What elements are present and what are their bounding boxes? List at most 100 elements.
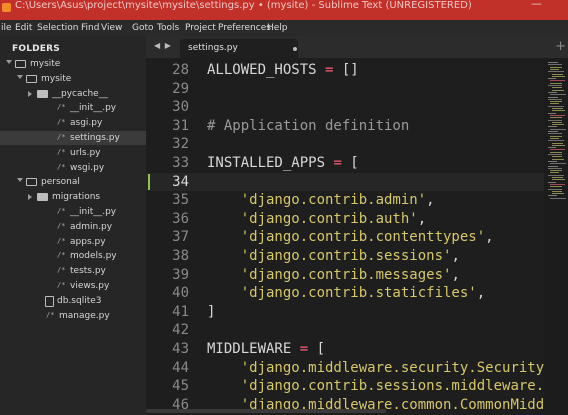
minimap-line [548, 112, 556, 114]
sidebar-item-db-sqlite3[interactable]: db.sqlite3 [0, 294, 146, 308]
chevron-down-icon[interactable] [6, 60, 12, 64]
sidebar-item-label: settings.py [70, 133, 120, 143]
horizontal-scrollbar[interactable] [146, 409, 386, 413]
code-line[interactable]: 'django.contrib.sessions', [207, 247, 460, 266]
code-line[interactable]: ] [207, 303, 215, 322]
minimap-line [548, 167, 562, 169]
minimap-line [548, 62, 558, 63]
line-number: 38 [172, 248, 189, 264]
sidebar-item-pycache[interactable]: __pycache__ [0, 87, 146, 101]
minimap-line [548, 64, 562, 66]
sidebar-item-wsgi-py[interactable]: /* wsgi.py [0, 161, 146, 175]
window-title: C:\Users\Asus\project\mysite\mysite\sett… [15, 0, 472, 11]
sidebar-item-views-py[interactable]: /* views.py [0, 279, 146, 293]
sidebar-item-migrations[interactable]: migrations [0, 190, 146, 204]
tab-nav-arrows[interactable]: ◀ ▶ [154, 41, 172, 50]
minimap-line [548, 98, 562, 100]
chevron-down-icon[interactable] [17, 178, 23, 183]
minimap-line [552, 89, 564, 91]
code-line[interactable]: 'django.contrib.staticfiles', [207, 284, 485, 303]
sidebar-item-apps-py[interactable]: /* apps.py [0, 235, 146, 249]
minimap-line [548, 147, 556, 149]
line-number: 31 [172, 117, 189, 134]
sidebar-item-label: migrations [52, 192, 101, 203]
file-icon: /* [57, 281, 66, 289]
minimap-line [550, 80, 565, 82]
minimap-line [550, 170, 562, 172]
menu-item-selection[interactable]: Selection [37, 22, 78, 34]
code-token-str: 'django.contrib.staticfiles' [240, 285, 477, 302]
line-number: 36 [172, 210, 189, 227]
code-token-plain: ] [207, 303, 216, 320]
sidebar-item-label: tests.py [70, 266, 106, 277]
sidebar-item-settings-py[interactable]: /* settings.py [0, 131, 146, 145]
chevron-down-icon[interactable] [17, 74, 23, 79]
menu-item-goto[interactable]: Goto [132, 22, 154, 34]
tab-settings-py[interactable]: settings.py [180, 39, 298, 58]
minimap-line [550, 186, 562, 188]
title-bar: C:\Users\Asus\project\mysite\mysite\sett… [0, 0, 568, 20]
minimap-line [552, 142, 563, 144]
code-token-str: 'django.contrib.contenttypes' [240, 229, 486, 246]
folder-icon [15, 60, 26, 68]
sidebar-item-personal[interactable]: personal [0, 175, 146, 189]
menu-item-project[interactable]: Project [185, 22, 216, 34]
code-line[interactable]: MIDDLEWARE = [ [207, 340, 325, 359]
file-icon: /* [57, 147, 66, 156]
new-tab-button[interactable]: + [555, 39, 566, 54]
code-line[interactable]: 'django.contrib.sessions.middleware. [207, 377, 544, 396]
line-number: 32 [172, 136, 189, 153]
menu-item-tools[interactable]: Tools [157, 22, 179, 34]
code-line[interactable]: 'django.middleware.security.Security [207, 359, 544, 378]
code-token-plain: INSTALLED_APPS [207, 155, 334, 171]
sidebar-item-label: db.sqlite3 [57, 295, 102, 306]
sidebar-item-admin-py[interactable]: /* admin.py [0, 220, 146, 234]
sidebar-item-init-py[interactable]: /* __init__.py [0, 205, 146, 219]
menu-item-preferences[interactable]: Preferences [218, 22, 271, 34]
code-line[interactable]: 'django.contrib.contenttypes', [207, 228, 494, 247]
menu-item-help[interactable]: Help [267, 22, 288, 34]
line-number: 42 [172, 322, 189, 339]
sidebar-item-label: urls.py [70, 147, 101, 158]
sidebar-item-label: models.py [70, 251, 117, 262]
code-line[interactable]: 'django.contrib.admin', [207, 191, 435, 210]
sidebar-item-models-py[interactable]: /* models.py [0, 249, 146, 263]
line-number: 28 [172, 62, 189, 78]
sidebar-item-mysite[interactable]: mysite [0, 72, 146, 86]
menu-item-find[interactable]: Find [81, 22, 99, 34]
code-line[interactable]: INSTALLED_APPS = [ [207, 154, 359, 173]
chevron-right-icon[interactable] [28, 90, 32, 97]
minimap-line [548, 174, 564, 176]
line-number: 40 [172, 285, 189, 302]
minimap-line [552, 124, 564, 126]
minimap-line [548, 85, 562, 86]
menu-item-view[interactable]: View [101, 22, 122, 34]
code-token-str: 'django.contrib.auth' [240, 210, 418, 227]
unsaved-dot-icon[interactable] [293, 47, 297, 51]
code-line[interactable]: ALLOWED_HOSTS = [] [207, 61, 359, 80]
minimap[interactable] [544, 58, 568, 415]
sidebar-item-tests-py[interactable]: /* tests.py [0, 264, 146, 278]
code-line[interactable]: 'django.contrib.messages', [207, 266, 460, 285]
sidebar-item-urls-py[interactable]: /* urls.py [0, 146, 146, 160]
minimize-button[interactable]: — [531, 0, 542, 10]
code-line[interactable]: # Application definition [207, 117, 409, 136]
code-token-str: 'django.middleware.security.Security [240, 359, 544, 376]
line-number: 41 [172, 303, 189, 320]
minimap-line [550, 135, 562, 137]
sidebar-item-init-py[interactable]: /* __init__.py [0, 101, 146, 115]
sidebar-item-mysite[interactable]: mysite [0, 57, 146, 71]
sidebar-item-asgi-py[interactable]: /* asgi.py [0, 116, 146, 130]
menu-item-edit[interactable]: Edit [15, 22, 32, 34]
code-editor[interactable]: 28 ALLOWED_HOSTS = [] 29 30 31 # Application … [146, 58, 544, 415]
minimap-line [552, 158, 564, 160]
chevron-right-icon[interactable] [28, 194, 32, 201]
tab-label: settings.py [188, 43, 238, 53]
sidebar-item-manage-py[interactable]: /* manage.py [0, 309, 146, 323]
file-icon: /* [57, 221, 66, 230]
menu-item-ile[interactable]: ile [1, 22, 12, 34]
code-line[interactable]: 'django.contrib.auth', [207, 210, 426, 229]
